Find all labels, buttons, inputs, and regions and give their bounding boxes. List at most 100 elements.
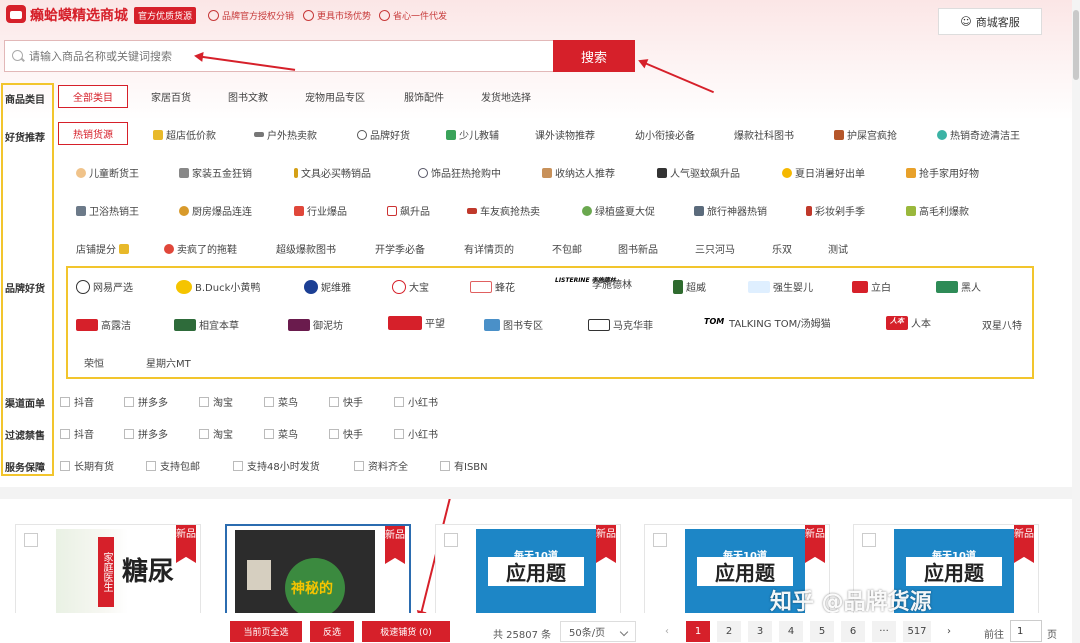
recommend-item[interactable]: 行业爆品 — [294, 203, 347, 218]
product-card[interactable]: 神秘的 新品 — [225, 524, 411, 624]
recommend-item[interactable]: 爆款社科图书 — [734, 127, 794, 142]
brand-item[interactable]: LISTERINE 李施德林 李施德林 — [555, 276, 632, 292]
recommend-item[interactable]: 护屎宫疯抢 — [834, 127, 897, 142]
brand-item[interactable]: 网易严选 — [76, 279, 133, 294]
recommend-item[interactable]: 夏日消暑好出单 — [782, 165, 865, 180]
channel-option[interactable]: 菜鸟 — [264, 394, 298, 409]
prev-page-button[interactable]: ‹ — [655, 621, 679, 642]
brand-item[interactable]: 人本 人本 — [886, 315, 931, 330]
brand-item[interactable]: 星期六MT — [146, 355, 191, 370]
page-button[interactable]: 6 — [841, 621, 865, 642]
service-option[interactable]: 支持48小时发货 — [233, 458, 320, 473]
checkbox[interactable] — [394, 428, 404, 439]
recommend-item[interactable]: 彩妆剁手季 — [806, 203, 865, 218]
recommend-item[interactable]: 卫浴热销王 — [76, 203, 139, 218]
channel-option[interactable]: 抖音 — [60, 394, 94, 409]
next-page-button[interactable]: › — [937, 621, 961, 642]
service-option[interactable]: 有ISBN — [440, 458, 488, 473]
recommend-item[interactable]: 店铺提分 — [76, 241, 129, 256]
brand-item[interactable]: 大宝 — [392, 279, 429, 294]
brand-item[interactable]: 立白 — [852, 279, 891, 294]
checkbox[interactable] — [124, 428, 134, 439]
brand-item[interactable]: 图书专区 — [484, 317, 543, 332]
checkbox[interactable] — [124, 396, 134, 407]
recommend-item[interactable]: 家装五金狂销 — [179, 165, 252, 180]
recommend-item[interactable]: 飙升品 — [387, 203, 430, 218]
recommend-item[interactable]: 绿植盛夏大促 — [582, 203, 655, 218]
page-size-select[interactable]: 50条/页 — [560, 621, 636, 642]
product-checkbox[interactable] — [653, 533, 667, 547]
brand-item[interactable]: 蜂花 — [470, 279, 515, 294]
channel-option[interactable]: 拼多多 — [124, 394, 168, 409]
checkbox[interactable] — [264, 396, 274, 407]
category-item[interactable]: 图书文教 — [228, 89, 268, 104]
scrollbar-thumb[interactable] — [1073, 10, 1079, 80]
brand-item[interactable]: B.Duck小黄鸭 — [176, 279, 260, 294]
recommend-item[interactable]: 热销奇迹清洁王 — [937, 127, 1020, 142]
recommend-item[interactable]: 幼小衔接必备 — [635, 127, 695, 142]
search-button[interactable]: 搜索 — [553, 40, 635, 72]
checkbox[interactable] — [329, 396, 339, 407]
recommend-item[interactable]: 超级爆款图书 — [276, 241, 336, 256]
category-item[interactable]: 家居百货 — [151, 89, 191, 104]
product-checkbox[interactable] — [24, 533, 38, 547]
brand-item[interactable]: 妮维雅 — [304, 279, 351, 294]
filter-option[interactable]: 淘宝 — [199, 426, 233, 441]
recommend-item[interactable]: 有详情页的 — [464, 241, 514, 256]
page-button[interactable]: 3 — [748, 621, 772, 642]
recommend-item[interactable]: 超店低价款 — [153, 127, 216, 142]
checkbox[interactable] — [199, 396, 209, 407]
recommend-item[interactable]: 乐双 — [772, 241, 792, 256]
brand-item[interactable]: 御泥坊 — [288, 317, 343, 332]
brand-item[interactable]: 强生婴儿 — [748, 279, 813, 294]
brand-item[interactable]: 高露洁 — [76, 317, 131, 332]
page-button[interactable]: 4 — [779, 621, 803, 642]
channel-option[interactable]: 小红书 — [394, 394, 438, 409]
brand-item[interactable]: 荣恒 — [84, 355, 104, 370]
brand-item[interactable]: TOM TALKING TOM/汤姆猫 — [704, 315, 831, 331]
recommend-item[interactable]: 抢手家用好物 — [906, 165, 979, 180]
search-input[interactable] — [29, 41, 549, 71]
page-scrollbar[interactable] — [1072, 0, 1080, 643]
select-page-button[interactable]: 当前页全选 — [230, 621, 302, 642]
recommend-item[interactable]: 少儿教辅 — [446, 127, 499, 142]
checkbox[interactable] — [440, 460, 450, 471]
category-item[interactable]: 发货地选择 — [481, 89, 531, 104]
page-button[interactable]: 1 — [686, 621, 710, 642]
recommend-item[interactable]: 高毛利爆款 — [906, 203, 969, 218]
brand-item[interactable]: 超威 — [673, 279, 706, 294]
recommend-item[interactable]: 人气驱蚊飙升品 — [657, 165, 740, 180]
checkbox[interactable] — [264, 428, 274, 439]
page-button[interactable]: 517 — [903, 621, 931, 642]
recommend-item[interactable]: 车友疯抢热卖 — [467, 203, 540, 218]
recommend-item[interactable]: 旅行神器热销 — [694, 203, 767, 218]
service-option[interactable]: 长期有货 — [60, 458, 114, 473]
brand-item[interactable]: 相宜本草 — [174, 317, 239, 332]
checkbox[interactable] — [354, 460, 364, 471]
product-card[interactable]: 家庭医生 糖尿 新品 — [15, 524, 201, 624]
brand-item[interactable]: 平望 — [388, 315, 445, 330]
checkbox[interactable] — [199, 428, 209, 439]
service-option[interactable]: 支持包邮 — [146, 458, 200, 473]
filter-option[interactable]: 菜鸟 — [264, 426, 298, 441]
filter-option[interactable]: 抖音 — [60, 426, 94, 441]
customer-service-button[interactable]: ☺ 商城客服 — [938, 8, 1042, 35]
quick-list-button[interactable]: 极速铺货 (0) — [362, 621, 450, 642]
recommend-item[interactable]: 不包邮 — [552, 241, 582, 256]
recommend-item[interactable]: 开学季必备 — [375, 241, 425, 256]
service-option[interactable]: 资料齐全 — [354, 458, 408, 473]
recommend-item[interactable]: 图书新品 — [618, 241, 658, 256]
recommend-item[interactable]: 厨房爆品连连 — [179, 203, 252, 218]
filter-option[interactable]: 小红书 — [394, 426, 438, 441]
filter-option[interactable]: 快手 — [329, 426, 363, 441]
category-item[interactable]: 服饰配件 — [404, 89, 444, 104]
more-pages-button[interactable]: ··· — [872, 621, 896, 642]
page-button[interactable]: 5 — [810, 621, 834, 642]
recommend-item[interactable]: 三只河马 — [695, 241, 735, 256]
page-button[interactable]: 2 — [717, 621, 741, 642]
recommend-hot[interactable]: 热销货源 — [58, 122, 128, 145]
channel-option[interactable]: 淘宝 — [199, 394, 233, 409]
product-checkbox[interactable] — [862, 533, 876, 547]
recommend-item[interactable]: 饰品狂热抢购中 — [418, 165, 501, 180]
category-item[interactable]: 宠物用品专区 — [305, 89, 365, 104]
